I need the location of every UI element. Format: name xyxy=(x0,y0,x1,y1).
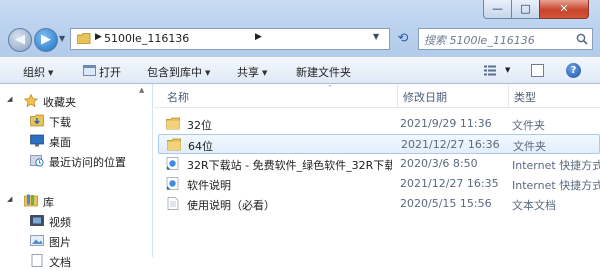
help-button[interactable]: ? xyxy=(566,63,581,78)
back-button[interactable]: ◀ xyxy=(8,28,32,52)
desktop-icon xyxy=(30,134,44,147)
search-input[interactable]: 搜索 5100le_116136 xyxy=(418,28,593,50)
column-header-type[interactable]: 类型 xyxy=(514,89,536,105)
column-divider[interactable] xyxy=(397,84,398,108)
file-name: 32R下载站 - 免费软件_绿色软件_32R下载站 xyxy=(187,159,392,172)
include-in-library-button[interactable]: 包含到库中 ▼ xyxy=(147,64,210,80)
maximize-button[interactable]: □ xyxy=(511,0,540,19)
nav-item-documents[interactable]: 文档 xyxy=(0,251,152,271)
column-divider[interactable] xyxy=(508,84,509,108)
file-row[interactable]: 32位 2021/9/29 11:36 文件夹 xyxy=(158,114,600,134)
file-type: Internet 快捷方式 xyxy=(512,159,600,172)
breadcrumb-chevron-icon[interactable]: ▶ xyxy=(95,32,102,42)
file-row-selected[interactable]: 64位 2021/12/27 16:36 文件夹 xyxy=(158,134,600,154)
search-icon[interactable] xyxy=(576,33,588,45)
views-dropdown-icon[interactable]: ▼ xyxy=(505,66,510,74)
open-button[interactable]: 打开 xyxy=(99,64,121,80)
close-button[interactable]: ✕ xyxy=(539,0,589,19)
pictures-library-icon xyxy=(30,235,44,246)
downloads-folder-icon xyxy=(30,114,44,127)
file-type: Internet 快捷方式 xyxy=(512,179,600,192)
text-document-icon xyxy=(167,197,179,210)
video-library-icon xyxy=(30,215,44,226)
views-icon[interactable] xyxy=(484,65,496,76)
organize-button[interactable]: 组织 ▼ xyxy=(23,64,53,80)
nav-item-libraries[interactable]: ◢ 库 xyxy=(0,191,152,211)
preview-pane-button[interactable] xyxy=(531,64,544,77)
file-row[interactable]: 软件说明 2021/12/27 16:35 Internet 快捷方式 xyxy=(158,174,600,194)
nav-item-downloads[interactable]: 下载 xyxy=(0,111,152,131)
collapse-icon[interactable]: ◢ xyxy=(7,195,12,203)
breadcrumb-chevron-icon[interactable]: ▶ xyxy=(255,32,262,42)
nav-item-recent-places[interactable]: 最近访问的位置 xyxy=(0,151,152,171)
search-placeholder: 搜索 5100le_116136 xyxy=(424,34,535,47)
share-button[interactable]: 共享 ▼ xyxy=(237,64,267,80)
command-bar: 组织 ▼ 打开 包含到库中 ▼ 共享 ▼ 新建文件夹 ▼ ? xyxy=(0,56,600,84)
documents-library-icon xyxy=(31,254,43,267)
folder-icon xyxy=(166,117,180,130)
nav-label: 收藏夹 xyxy=(43,96,76,109)
refresh-button[interactable]: ⟲ xyxy=(392,29,414,49)
collapse-icon[interactable]: ◢ xyxy=(7,95,12,103)
navigation-pane: ▲ ◢ 收藏夹 下载 桌面 最近访问的位置 ◢ 库 视频 图片 文档 xyxy=(0,84,153,269)
forward-button[interactable]: ▶ xyxy=(34,28,58,52)
nav-item-videos[interactable]: 视频 xyxy=(0,211,152,231)
nav-label: 最近访问的位置 xyxy=(49,156,126,169)
internet-shortcut-icon xyxy=(166,177,179,190)
breadcrumb-current[interactable]: 5100le_116136 xyxy=(104,32,189,45)
star-icon xyxy=(24,94,38,107)
file-name: 使用说明（必看） xyxy=(187,199,275,212)
nav-item-pictures[interactable]: 图片 xyxy=(0,231,152,251)
minimize-button[interactable]: — xyxy=(483,0,512,19)
address-dropdown-icon[interactable]: ▼ xyxy=(373,32,379,41)
file-date: 2021/9/29 11:36 xyxy=(400,117,492,130)
column-header-bar: 名称 ⌃ 修改日期 类型 xyxy=(154,84,600,108)
new-folder-button[interactable]: 新建文件夹 xyxy=(296,64,351,80)
file-row[interactable]: 使用说明（必看） 2020/5/15 15:56 文本文档 xyxy=(158,194,600,214)
file-date: 2020/3/6 8:50 xyxy=(400,157,478,170)
file-type: 文件夹 xyxy=(513,140,546,153)
nav-label: 库 xyxy=(43,196,54,209)
sort-indicator-icon: ⌃ xyxy=(327,84,333,92)
file-type: 文件夹 xyxy=(512,119,545,132)
nav-label: 下载 xyxy=(49,116,71,129)
nav-label: 视频 xyxy=(49,216,71,229)
file-name: 64位 xyxy=(188,140,213,153)
nav-label: 文档 xyxy=(49,256,71,269)
address-bar[interactable]: ▶ 5100le_116136 ▶ ▼ xyxy=(70,28,390,50)
column-header-modified[interactable]: 修改日期 xyxy=(403,89,447,105)
file-date: 2021/12/27 16:36 xyxy=(401,138,500,151)
folder-icon xyxy=(77,33,91,44)
open-icon xyxy=(83,65,96,76)
file-name: 32位 xyxy=(187,119,212,132)
file-date: 2020/5/15 15:56 xyxy=(400,197,492,210)
nav-item-favorites[interactable]: ◢ 收藏夹 xyxy=(0,91,152,111)
file-type: 文本文档 xyxy=(512,199,556,212)
recent-places-icon xyxy=(30,155,44,167)
nav-label: 桌面 xyxy=(49,136,71,149)
nav-item-desktop[interactable]: 桌面 xyxy=(0,131,152,151)
nav-label: 图片 xyxy=(49,236,71,249)
file-row[interactable]: 32R下载站 - 免费软件_绿色软件_32R下载站 2020/3/6 8:50 … xyxy=(158,154,600,174)
internet-shortcut-icon xyxy=(166,157,179,170)
file-date: 2021/12/27 16:35 xyxy=(400,177,499,190)
file-name: 软件说明 xyxy=(187,179,231,192)
library-icon xyxy=(24,194,38,207)
folder-icon xyxy=(167,138,181,151)
recent-pages-dropdown-icon[interactable]: ▼ xyxy=(59,34,65,43)
column-header-name[interactable]: 名称 xyxy=(167,89,189,105)
